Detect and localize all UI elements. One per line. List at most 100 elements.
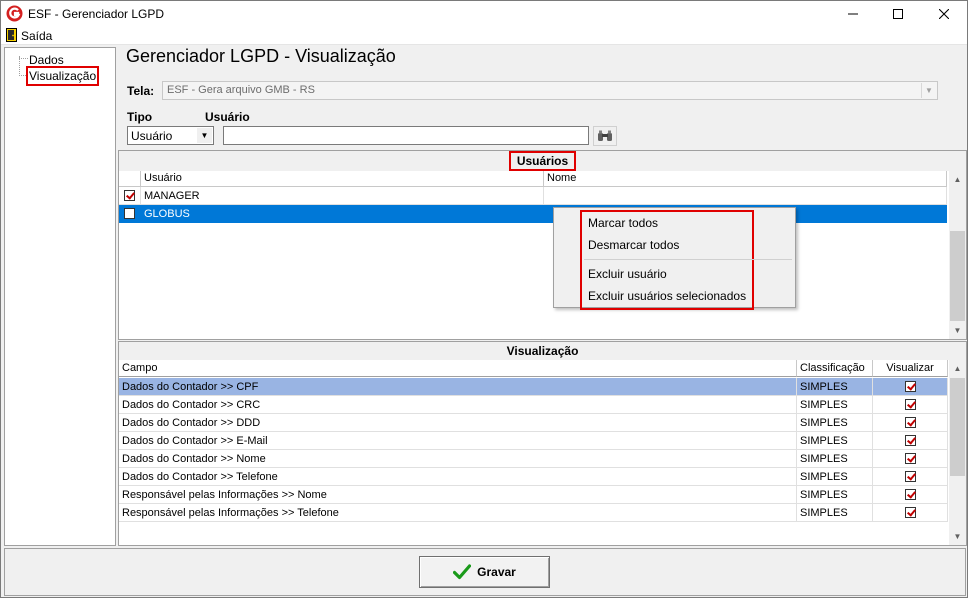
save-button[interactable]: Gravar [419,556,550,588]
search-button[interactable] [593,126,617,146]
scroll-up-icon[interactable]: ▲ [949,360,966,377]
navigation-tree: Dados Visualização [4,47,116,546]
close-icon [939,9,949,19]
tree-item-visualizacao[interactable]: Visualização [25,66,100,86]
menu-item-desmarcar-todos[interactable]: Desmarcar todos [588,238,679,252]
menu-item-saida[interactable]: Saída [1,27,53,45]
cell-campo: Dados do Contador >> E-Mail [119,432,797,450]
visualizar-checkbox[interactable] [905,399,916,410]
cell-campo: Responsável pelas Informações >> Nome [119,486,797,504]
column-header-campo[interactable]: Campo [119,360,797,377]
menu-item-label: Saída [21,29,53,43]
table-row[interactable]: Responsável pelas Informações >> Nome SIM… [119,486,948,504]
cell-classificacao: SIMPLES [797,414,873,432]
usuario-input[interactable] [223,126,589,145]
visualizar-checkbox[interactable] [905,381,916,392]
scroll-down-icon[interactable]: ▼ [949,322,966,339]
cell-classificacao: SIMPLES [797,486,873,504]
cell-visualizar [873,432,948,450]
tipo-value: Usuário [131,129,173,143]
usuario-label: Usuário [205,110,250,124]
cell-usuario: MANAGER [141,187,544,205]
tipo-select[interactable]: Usuário ▼ [127,126,214,145]
tree-item-dados[interactable]: Dados [29,53,64,67]
tipo-label: Tipo [127,110,153,124]
cell-campo: Responsável pelas Informações >> Telefon… [119,504,797,522]
table-row-selected[interactable]: GLOBUS [119,205,947,223]
menu-item-marcar-todos[interactable]: Marcar todos [588,216,658,230]
visualizar-checkbox[interactable] [905,471,916,482]
visualizar-checkbox[interactable] [905,507,916,518]
tela-label: Tela: [127,84,155,98]
column-header-classificacao[interactable]: Classificação [797,360,873,377]
tree-connector [19,56,20,76]
row-checkbox-cell [119,187,141,205]
table-row[interactable]: Responsável pelas Informações >> Telefon… [119,504,948,522]
cell-usuario: GLOBUS [141,205,544,223]
minimize-icon [848,13,858,15]
table-row[interactable]: Dados do Contador >> CRC SIMPLES [119,396,948,414]
column-header-usuario[interactable]: Usuário [141,171,544,187]
cell-nome [544,187,947,205]
row-checkbox[interactable] [124,208,135,219]
row-checkbox[interactable] [124,190,135,201]
table-row[interactable]: Dados do Contador >> Telefone SIMPLES [119,468,948,486]
cell-visualizar [873,504,948,522]
cell-campo: Dados do Contador >> CPF [119,378,797,396]
column-header-nome[interactable]: Nome [544,171,947,187]
title-bar: ESF - Gerenciador LGPD [1,1,967,27]
visualizar-checkbox[interactable] [905,417,916,428]
maximize-button[interactable] [875,1,921,27]
cell-classificacao: SIMPLES [797,450,873,468]
visualizacao-scrollbar[interactable]: ▲ ▼ [949,360,966,545]
column-header-visualizar[interactable]: Visualizar [873,360,948,377]
scroll-up-icon[interactable]: ▲ [949,171,966,188]
cell-classificacao: SIMPLES [797,378,873,396]
visualizar-checkbox[interactable] [905,453,916,464]
table-row[interactable]: Dados do Contador >> DDD SIMPLES [119,414,948,432]
row-checkbox-cell [119,205,141,223]
app-window: ESF - Gerenciador LGPD Saída Dados Visua… [0,0,968,598]
tree-connector [19,75,28,76]
usuarios-panel-header: Usuários [119,151,966,171]
checkbox-column-header [119,171,141,187]
cell-visualizar [873,468,948,486]
exit-door-icon [6,28,17,42]
usuarios-panel: Usuários Usuário Nome MANAGER GLOBUS ▲ ▼ [118,150,967,340]
visualizar-checkbox[interactable] [905,435,916,446]
usuarios-scrollbar[interactable]: ▲ ▼ [949,171,966,339]
menu-bar: Saída [1,27,967,45]
menu-separator [584,259,792,260]
window-title: ESF - Gerenciador LGPD [28,7,165,21]
menu-item-excluir-selecionados[interactable]: Excluir usuários selecionados [588,289,746,303]
cell-campo: Dados do Contador >> CRC [119,396,797,414]
cell-classificacao: SIMPLES [797,432,873,450]
chevron-down-icon: ▼ [197,128,212,143]
minimize-button[interactable] [830,1,876,27]
visualizacao-panel-header: Visualização [119,342,966,360]
menu-item-excluir-usuario[interactable]: Excluir usuário [588,267,667,281]
cell-visualizar [873,486,948,504]
app-logo-icon [6,5,23,22]
tela-dropdown[interactable]: ESF - Gera arquivo GMB - RS ▼ [162,81,938,100]
chevron-down-icon: ▼ [921,83,936,98]
close-button[interactable] [921,1,967,27]
cell-visualizar [873,378,948,396]
maximize-icon [893,9,903,19]
usuarios-title: Usuários [508,151,577,171]
scroll-down-icon[interactable]: ▼ [949,528,966,545]
save-label: Gravar [477,565,516,579]
table-row[interactable]: MANAGER [119,187,947,205]
table-row[interactable]: Dados do Contador >> CPF SIMPLES [119,378,948,396]
scrollbar-thumb[interactable] [950,231,965,321]
table-row[interactable]: Dados do Contador >> E-Mail SIMPLES [119,432,948,450]
page-title: Gerenciador LGPD - Visualização [126,46,396,66]
scrollbar-thumb[interactable] [950,378,965,476]
table-row[interactable]: Dados do Contador >> Nome SIMPLES [119,450,948,468]
tree-connector [19,58,28,59]
visualizar-checkbox[interactable] [905,489,916,500]
tela-value: ESF - Gera arquivo GMB - RS [167,84,315,96]
cell-visualizar [873,414,948,432]
binoculars-icon [598,130,612,141]
cell-classificacao: SIMPLES [797,504,873,522]
